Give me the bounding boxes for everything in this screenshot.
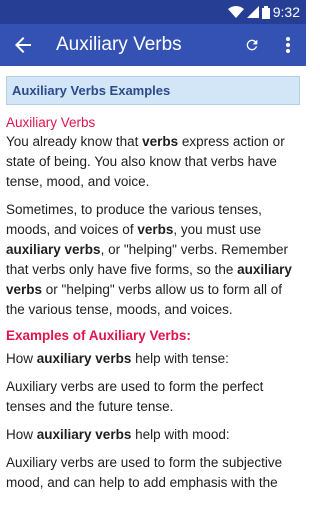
subtitle-examples: Examples of Auxiliary Verbs: [6,328,191,343]
paragraph: How auxiliary verbs help with mood: [6,425,300,445]
status-bar: 9:32 [0,0,306,24]
more-vert-icon [286,37,290,53]
text: or "helping" verbs allow us to form all … [6,282,282,317]
subtitle-auxiliary-verbs: Auxiliary Verbs [6,115,96,130]
refresh-icon [246,39,258,51]
bold-text: verbs [142,134,179,149]
text: , you must use [173,222,262,237]
text: You already know that [6,134,143,149]
text: help with tense: [131,351,229,366]
bold-text: auxiliary verbs [6,242,101,257]
signal-icon [246,6,259,18]
text: help with mood: [131,427,230,442]
paragraph: Auxiliary verbs are used to form the per… [6,379,264,414]
refresh-button[interactable] [234,24,270,66]
paragraph: Auxiliary verbs are used to form the sub… [6,455,283,490]
paragraph: Sometimes, to produce the various tenses… [6,200,300,320]
text: How [6,427,37,442]
wifi-icon [227,6,244,18]
battery-icon [261,5,270,19]
article-content: Auxiliary Verbs Examples Auxiliary Verbs… [0,66,306,493]
paragraph: You already know that verbs express acti… [6,132,300,192]
section-header: Auxiliary Verbs Examples [6,76,300,105]
arrow-back-icon [15,37,31,53]
toolbar: Auxiliary Verbs [0,24,306,66]
bold-text: verbs [137,222,174,237]
text: How [6,351,37,366]
paragraph: How auxiliary verbs help with tense: [6,349,300,369]
back-button[interactable] [0,24,46,66]
bold-text: auxiliary verbs [36,427,132,442]
bold-text: auxiliary verbs [36,351,132,366]
status-time: 9:32 [272,4,300,20]
more-options-button[interactable] [270,24,306,66]
page-title: Auxiliary Verbs [56,34,182,55]
